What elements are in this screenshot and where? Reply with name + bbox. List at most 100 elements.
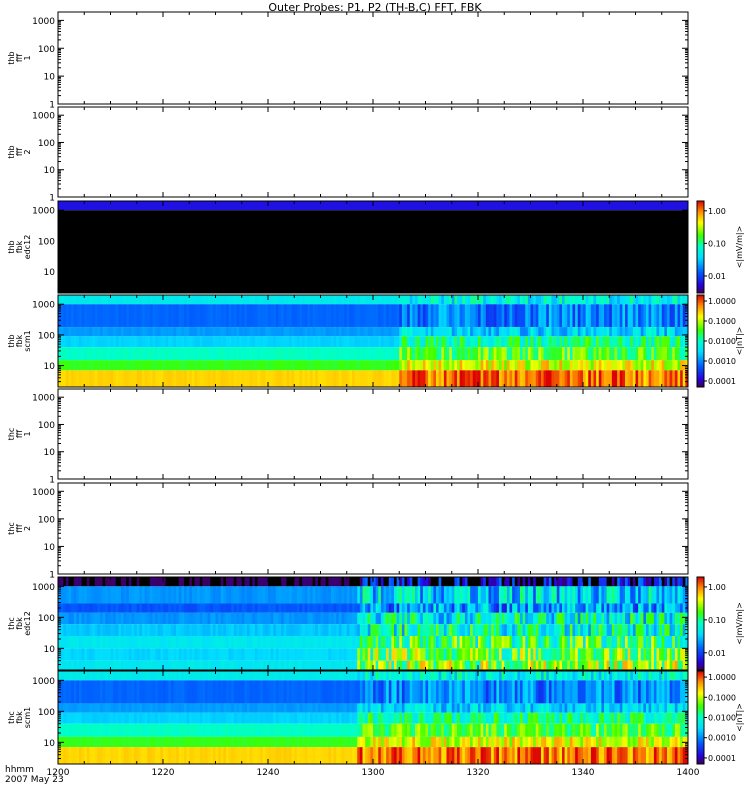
spectrogram-cell (142, 603, 146, 613)
spectrogram-cell (436, 304, 440, 328)
spectrogram-cell (525, 660, 529, 670)
spectrogram-cell (294, 612, 298, 625)
spectrogram-cell (470, 603, 474, 613)
spectrogram-cell (422, 635, 426, 649)
spectrogram-cell (189, 712, 193, 724)
spectrogram-cell (97, 680, 101, 704)
spectrogram-cell (409, 586, 413, 604)
spectrogram-cell (123, 660, 127, 670)
spectrogram-cell (357, 370, 361, 387)
spectrogram-cell (488, 660, 492, 670)
spectrogram-cell (191, 360, 195, 371)
spectrogram-cell (517, 327, 521, 337)
spectrogram-cell (525, 624, 529, 636)
y-ticks (58, 106, 688, 198)
spectrogram-cell (648, 624, 652, 636)
spectrogram-cell (102, 327, 106, 337)
spectrogram-cell (73, 586, 77, 604)
spectrogram-cell (535, 336, 539, 348)
spectrogram-cell (669, 577, 673, 587)
spectrogram-cell (275, 603, 279, 613)
spectrogram-cell (265, 327, 269, 337)
spectrogram-cell (170, 703, 174, 713)
spectrogram-cell (433, 370, 437, 387)
spectrogram-cell (625, 295, 629, 305)
spectrogram-cell (527, 624, 531, 636)
spectrogram-cell (155, 295, 159, 305)
spectrogram-cell (94, 648, 98, 661)
spectrogram-cell (283, 327, 287, 337)
panel-thb-fbk-edc12: 101001000thb fbk edc120.010.101.00<|mV/m|> (7, 200, 744, 294)
spectrogram-cell (669, 612, 673, 625)
spectrogram-cell (197, 603, 201, 613)
spectrogram-cell (554, 586, 558, 604)
spectrogram-cell (425, 635, 429, 649)
spectrogram-cell (590, 648, 594, 661)
spectrogram-cell (71, 736, 75, 748)
spectrogram-cell (677, 648, 681, 661)
spectrogram-cell (92, 347, 96, 361)
spectrogram-cell (457, 624, 461, 636)
spectrogram-cell (173, 635, 177, 649)
spectrogram-cell (672, 295, 676, 305)
spectrogram-cell (275, 327, 279, 337)
spectrogram-cell (170, 577, 174, 587)
spectrogram-cell (606, 635, 610, 649)
spectrogram-cell (446, 347, 450, 361)
spectrogram-cell (548, 370, 552, 387)
spectrogram-cell (546, 295, 550, 305)
spectrogram-cell (102, 603, 106, 613)
spectrogram-cell (97, 747, 101, 764)
spectrogram-cell (596, 586, 600, 604)
spectrogram-cell (467, 612, 471, 625)
spectrogram-cell (186, 304, 190, 328)
spectrogram-cell (68, 671, 72, 681)
spectrogram-cell (344, 612, 348, 625)
spectrogram-cell (617, 304, 621, 328)
spectrogram-cell (388, 336, 392, 348)
spectrogram-cell (475, 648, 479, 661)
spectrogram-cell (207, 360, 211, 371)
spectrogram-cell (383, 295, 387, 305)
spectrogram-cell (470, 295, 474, 305)
spectrogram-cell (176, 648, 180, 661)
spectrogram-cell (312, 370, 316, 387)
spectrogram-cell (304, 586, 308, 604)
spectrogram-cell (197, 360, 201, 371)
spectrogram-cell (667, 327, 671, 337)
spectrogram-cell (79, 723, 83, 737)
spectrogram-cell (554, 624, 558, 636)
spectrogram-cell (71, 680, 75, 704)
spectrogram-cell (281, 635, 285, 649)
spectrogram-cell (194, 612, 198, 625)
spectrogram-cell (331, 635, 335, 649)
spectrogram-cell (433, 295, 437, 305)
spectrogram-cell (65, 347, 69, 361)
spectrogram-cell (522, 577, 526, 587)
spectrogram-cell (593, 304, 597, 328)
spectrogram-cell (412, 304, 416, 328)
spectrogram-cell (110, 712, 114, 724)
spectrogram-cell (433, 577, 437, 587)
spectrogram-cell (205, 624, 209, 636)
spectrogram-cell (110, 635, 114, 649)
spectrogram-cell (176, 360, 180, 371)
spectrogram-cell (635, 603, 639, 613)
spectrogram-cell (128, 736, 132, 748)
spectrogram-cell (168, 304, 172, 328)
spectrogram-cell (546, 612, 550, 625)
spectrogram-cell (407, 603, 411, 613)
spectrogram-cell (244, 635, 248, 649)
spectrogram-cell (496, 586, 500, 604)
spectrogram-cell (462, 603, 466, 613)
spectrogram-cell (520, 360, 524, 371)
spectrogram-cell (682, 660, 686, 670)
spectrogram-cell (485, 347, 489, 361)
spectrogram-cell (535, 360, 539, 371)
spectrogram-cell (233, 635, 237, 649)
spectrogram-cell (323, 327, 327, 337)
spectrogram-cell (173, 680, 177, 704)
spectrogram-cell (451, 635, 455, 649)
spectrogram-cell (640, 336, 644, 348)
spectrogram-cell (273, 360, 277, 371)
